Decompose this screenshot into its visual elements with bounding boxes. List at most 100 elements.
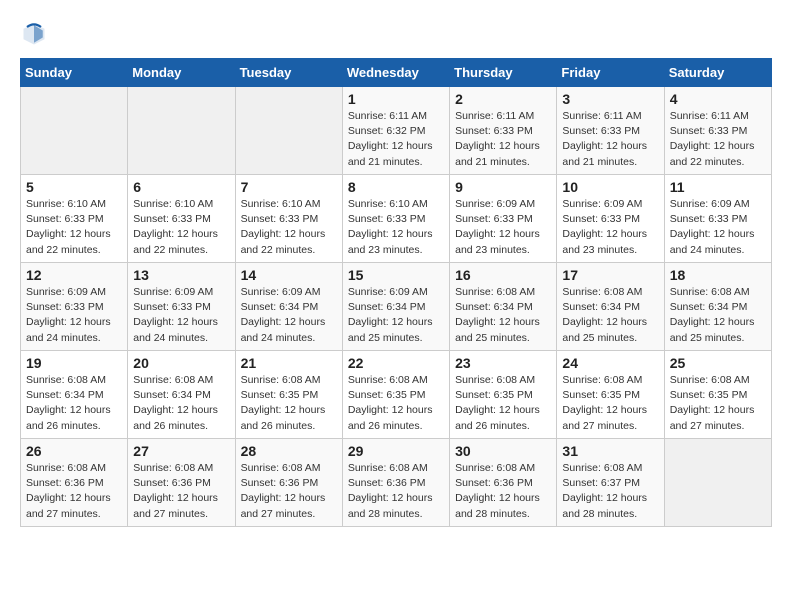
day-number: 26 [26,443,122,459]
day-info: Sunrise: 6:08 AM Sunset: 6:35 PM Dayligh… [455,373,551,434]
calendar-cell [235,87,342,175]
day-number: 1 [348,91,444,107]
calendar-cell: 3 Sunrise: 6:11 AM Sunset: 6:33 PM Daylig… [557,87,664,175]
calendar-header: SundayMondayTuesdayWednesdayThursdayFrid… [21,59,772,87]
logo-icon [20,20,48,48]
calendar-cell: 26 Sunrise: 6:08 AM Sunset: 6:36 PM Dayli… [21,439,128,527]
day-info: Sunrise: 6:10 AM Sunset: 6:33 PM Dayligh… [241,197,337,258]
day-info: Sunrise: 6:08 AM Sunset: 6:34 PM Dayligh… [670,285,766,346]
day-info: Sunrise: 6:08 AM Sunset: 6:34 PM Dayligh… [562,285,658,346]
calendar-cell [21,87,128,175]
calendar-cell: 15Sunrise: 6:09 AM Sunset: 6:34 PM Dayli… [342,263,449,351]
calendar-body: 1 Sunrise: 6:11 AM Sunset: 6:32 PM Daylig… [21,87,772,527]
day-info: Sunrise: 6:10 AM Sunset: 6:33 PM Dayligh… [133,197,229,258]
calendar-cell [128,87,235,175]
day-number: 12 [26,267,122,283]
calendar-cell: 16Sunrise: 6:08 AM Sunset: 6:34 PM Dayli… [450,263,557,351]
day-number: 13 [133,267,229,283]
page-header [20,20,772,48]
day-info: Sunrise: 6:08 AM Sunset: 6:36 PM Dayligh… [241,461,337,522]
calendar-cell: 6 Sunrise: 6:10 AM Sunset: 6:33 PM Daylig… [128,175,235,263]
day-info: Sunrise: 6:11 AM Sunset: 6:32 PM Dayligh… [348,109,444,170]
day-number: 23 [455,355,551,371]
calendar-cell: 31 Sunrise: 6:08 AM Sunset: 6:37 PM Dayli… [557,439,664,527]
day-number: 28 [241,443,337,459]
day-number: 3 [562,91,658,107]
day-number: 29 [348,443,444,459]
calendar-week-3: 12 Sunrise: 6:09 AM Sunset: 6:33 PM Dayli… [21,263,772,351]
calendar-cell: 7 Sunrise: 6:10 AM Sunset: 6:33 PM Daylig… [235,175,342,263]
calendar-cell: 22 Sunrise: 6:08 AM Sunset: 6:35 PM Dayli… [342,351,449,439]
day-info: Sunrise: 6:08 AM Sunset: 6:36 PM Dayligh… [133,461,229,522]
day-info: Sunrise: 6:09 AM Sunset: 6:34 PM Dayligh… [241,285,337,346]
calendar-cell: 23 Sunrise: 6:08 AM Sunset: 6:35 PM Dayli… [450,351,557,439]
day-number: 10 [562,179,658,195]
calendar-cell [664,439,771,527]
day-number: 7 [241,179,337,195]
day-info: Sunrise: 6:08 AM Sunset: 6:35 PM Dayligh… [670,373,766,434]
calendar-cell: 9 Sunrise: 6:09 AM Sunset: 6:33 PM Daylig… [450,175,557,263]
calendar-cell: 19 Sunrise: 6:08 AM Sunset: 6:34 PM Dayli… [21,351,128,439]
day-number: 19 [26,355,122,371]
day-info: Sunrise: 6:09 AM Sunset: 6:33 PM Dayligh… [133,285,229,346]
day-number: 25 [670,355,766,371]
weekday-header-monday: Monday [128,59,235,87]
calendar-cell: 20 Sunrise: 6:08 AM Sunset: 6:34 PM Dayli… [128,351,235,439]
day-info: Sunrise: 6:08 AM Sunset: 6:36 PM Dayligh… [26,461,122,522]
day-number: 11 [670,179,766,195]
day-info: Sunrise: 6:08 AM Sunset: 6:36 PM Dayligh… [348,461,444,522]
calendar-cell: 17 Sunrise: 6:08 AM Sunset: 6:34 PM Dayli… [557,263,664,351]
weekday-header-row: SundayMondayTuesdayWednesdayThursdayFrid… [21,59,772,87]
weekday-header-tuesday: Tuesday [235,59,342,87]
day-number: 6 [133,179,229,195]
day-info: Sunrise: 6:09 AM Sunset: 6:33 PM Dayligh… [562,197,658,258]
day-number: 21 [241,355,337,371]
calendar-cell: 5 Sunrise: 6:10 AM Sunset: 6:33 PM Daylig… [21,175,128,263]
calendar-cell: 10 Sunrise: 6:09 AM Sunset: 6:33 PM Dayli… [557,175,664,263]
calendar-cell: 8 Sunrise: 6:10 AM Sunset: 6:33 PM Daylig… [342,175,449,263]
day-info: Sunrise: 6:08 AM Sunset: 6:34 PM Dayligh… [26,373,122,434]
day-number: 8 [348,179,444,195]
weekday-header-wednesday: Wednesday [342,59,449,87]
day-info: Sunrise: 6:10 AM Sunset: 6:33 PM Dayligh… [348,197,444,258]
day-info: Sunrise: 6:08 AM Sunset: 6:36 PM Dayligh… [455,461,551,522]
calendar-cell: 18 Sunrise: 6:08 AM Sunset: 6:34 PM Dayli… [664,263,771,351]
day-number: 18 [670,267,766,283]
day-info: Sunrise: 6:11 AM Sunset: 6:33 PM Dayligh… [562,109,658,170]
calendar-cell: 13 Sunrise: 6:09 AM Sunset: 6:33 PM Dayli… [128,263,235,351]
logo [20,20,52,48]
weekday-header-saturday: Saturday [664,59,771,87]
day-number: 9 [455,179,551,195]
calendar-cell: 21 Sunrise: 6:08 AM Sunset: 6:35 PM Dayli… [235,351,342,439]
day-info: Sunrise: 6:11 AM Sunset: 6:33 PM Dayligh… [670,109,766,170]
day-number: 16 [455,267,551,283]
day-info: Sunrise: 6:11 AM Sunset: 6:33 PM Dayligh… [455,109,551,170]
calendar-cell: 24Sunrise: 6:08 AM Sunset: 6:35 PM Dayli… [557,351,664,439]
day-info: Sunrise: 6:10 AM Sunset: 6:33 PM Dayligh… [26,197,122,258]
calendar-table: SundayMondayTuesdayWednesdayThursdayFrid… [20,58,772,527]
day-info: Sunrise: 6:08 AM Sunset: 6:35 PM Dayligh… [241,373,337,434]
day-info: Sunrise: 6:08 AM Sunset: 6:34 PM Dayligh… [133,373,229,434]
calendar-week-5: 26 Sunrise: 6:08 AM Sunset: 6:36 PM Dayli… [21,439,772,527]
calendar-cell: 1 Sunrise: 6:11 AM Sunset: 6:32 PM Daylig… [342,87,449,175]
day-number: 17 [562,267,658,283]
calendar-cell: 29 Sunrise: 6:08 AM Sunset: 6:36 PM Dayli… [342,439,449,527]
day-number: 22 [348,355,444,371]
calendar-week-4: 19 Sunrise: 6:08 AM Sunset: 6:34 PM Dayli… [21,351,772,439]
day-number: 20 [133,355,229,371]
calendar-cell: 28 Sunrise: 6:08 AM Sunset: 6:36 PM Dayli… [235,439,342,527]
weekday-header-sunday: Sunday [21,59,128,87]
calendar-cell: 14Sunrise: 6:09 AM Sunset: 6:34 PM Dayli… [235,263,342,351]
day-number: 5 [26,179,122,195]
day-info: Sunrise: 6:09 AM Sunset: 6:34 PM Dayligh… [348,285,444,346]
calendar-cell: 4 Sunrise: 6:11 AM Sunset: 6:33 PM Daylig… [664,87,771,175]
day-number: 30 [455,443,551,459]
day-info: Sunrise: 6:09 AM Sunset: 6:33 PM Dayligh… [455,197,551,258]
day-info: Sunrise: 6:08 AM Sunset: 6:35 PM Dayligh… [348,373,444,434]
day-info: Sunrise: 6:08 AM Sunset: 6:37 PM Dayligh… [562,461,658,522]
calendar-cell: 25 Sunrise: 6:08 AM Sunset: 6:35 PM Dayli… [664,351,771,439]
day-info: Sunrise: 6:09 AM Sunset: 6:33 PM Dayligh… [26,285,122,346]
day-number: 4 [670,91,766,107]
calendar-cell: 2Sunrise: 6:11 AM Sunset: 6:33 PM Daylig… [450,87,557,175]
day-number: 31 [562,443,658,459]
